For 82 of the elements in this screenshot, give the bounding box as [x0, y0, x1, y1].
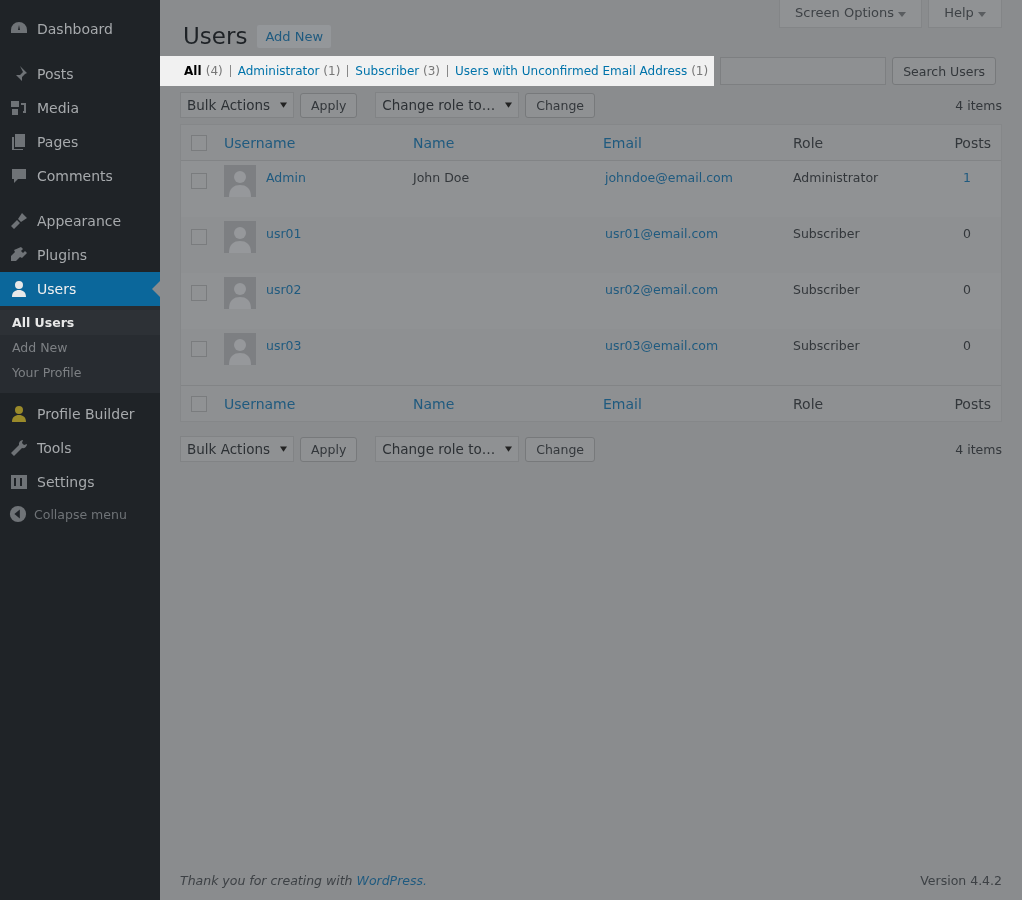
post-count: 0 [963, 226, 971, 241]
change-role-select[interactable]: Change role to… [375, 436, 520, 462]
column-header[interactable]: Email [603, 395, 793, 412]
menu-item[interactable]: Media [0, 91, 160, 125]
menu-item[interactable]: Settings [0, 465, 160, 499]
table-cell: Administrator [793, 170, 879, 185]
avatar-icon [224, 221, 256, 253]
username-link[interactable]: Admin [266, 170, 306, 185]
post-count: 0 [963, 282, 971, 297]
caret-icon [978, 12, 986, 17]
table-cell: Subscriber [793, 282, 860, 297]
menu-item[interactable]: Appearance [0, 204, 160, 238]
post-count: 0 [963, 338, 971, 353]
table-cell: Subscriber [793, 338, 860, 353]
item-count: 4 items [955, 441, 1002, 457]
user-icon [9, 404, 29, 424]
column-header: Role [793, 395, 825, 412]
column-header: Posts [953, 395, 991, 412]
column-header[interactable]: Name [413, 395, 603, 412]
column-header: Role [793, 134, 825, 151]
header-tab-button[interactable]: Screen Options [779, 0, 923, 28]
wordpress-link[interactable]: WordPress. [356, 873, 427, 888]
column-header: Posts [953, 134, 991, 151]
apply-button[interactable]: Apply [300, 92, 358, 118]
email-link[interactable]: johndoe@email.com [605, 170, 733, 185]
username-link[interactable]: usr03 [266, 338, 302, 353]
change-button[interactable]: Change [525, 92, 596, 118]
username-link[interactable]: usr02 [266, 282, 302, 297]
menu-item[interactable]: Tools [0, 431, 160, 465]
filter-link[interactable]: All (4) [184, 64, 223, 78]
email-link[interactable]: usr02@email.com [605, 282, 719, 297]
add-new-button[interactable]: Add New [257, 24, 332, 48]
item-count: 4 items [955, 97, 1002, 113]
apply-button[interactable]: Apply [300, 436, 358, 462]
email-link[interactable]: usr01@email.com [605, 226, 719, 241]
footer-text: Thank you for creating with WordPress. [180, 873, 427, 888]
wrench-icon [9, 438, 29, 458]
media-icon [9, 98, 29, 118]
version-text: Version 4.4.2 [920, 873, 1002, 888]
settings-icon [9, 472, 29, 492]
post-count[interactable]: 1 [963, 170, 971, 185]
menu-item[interactable]: Plugins [0, 238, 160, 272]
column-header[interactable]: Name [413, 134, 603, 151]
brush-icon [9, 211, 29, 231]
table-cell: Subscriber [793, 226, 860, 241]
column-header[interactable]: Email [603, 134, 793, 151]
menu-item[interactable]: Profile Builder [0, 397, 160, 431]
filter-link[interactable]: Users with Unconfirmed Email Address (1) [455, 64, 709, 78]
username-link[interactable]: usr01 [266, 226, 302, 241]
collapse-menu-button[interactable]: Collapse menu [0, 499, 160, 529]
table-cell: John Doe [413, 170, 470, 185]
page-title: Users [183, 23, 248, 49]
submenu-item[interactable]: Your Profile [0, 360, 160, 385]
user-icon [9, 279, 29, 299]
change-role-select[interactable]: Change role to… [375, 92, 520, 118]
caret-icon [280, 446, 287, 452]
header-tab-button[interactable]: Help [928, 0, 1002, 28]
bulk-actions-select[interactable]: Bulk Actions [180, 436, 294, 462]
menu-item[interactable]: Users [0, 272, 160, 306]
change-button[interactable]: Change [525, 436, 596, 462]
comment-icon [9, 166, 29, 186]
submenu-item[interactable]: Add New [0, 335, 160, 360]
filter-link[interactable]: Administrator (1) [237, 64, 341, 78]
menu-item[interactable]: Pages [0, 125, 160, 159]
menu-item[interactable]: Dashboard [0, 12, 160, 46]
bulk-actions-select[interactable]: Bulk Actions [180, 92, 294, 118]
caret-icon [505, 102, 513, 108]
avatar-icon [224, 277, 256, 309]
caret-icon [280, 102, 287, 108]
search-button[interactable]: Search Users [892, 57, 997, 85]
collapse-icon [9, 505, 27, 523]
caret-icon [505, 446, 513, 452]
menu-item[interactable]: Posts [0, 57, 160, 91]
column-header[interactable]: Username [224, 395, 413, 412]
menu-item[interactable]: Comments [0, 159, 160, 193]
filter-link[interactable]: Subscriber (3) [355, 64, 441, 78]
column-header[interactable]: Username [224, 134, 413, 151]
submenu-item[interactable]: All Users [0, 310, 160, 335]
caret-icon [898, 12, 907, 17]
email-link[interactable]: usr03@email.com [605, 338, 719, 353]
avatar-icon [224, 333, 256, 365]
avatar-icon [224, 165, 256, 197]
